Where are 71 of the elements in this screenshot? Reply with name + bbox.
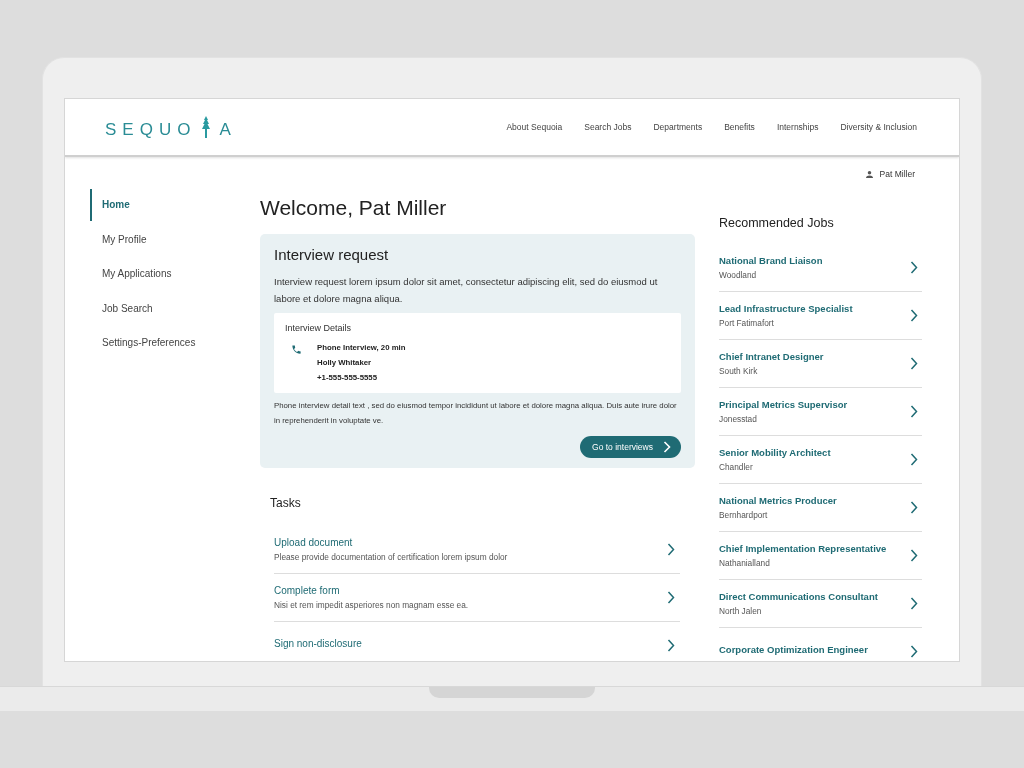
job-item[interactable]: National Metrics Producer Bernhardport <box>719 484 922 532</box>
task-description: Please provide documentation of certification lorem ipsum dolor <box>274 552 508 562</box>
job-title: Chief Intranet Designer <box>719 351 824 362</box>
task-item[interactable]: Complete form Nisi et rem impedit asperiores non magnam esse ea. <box>274 574 680 622</box>
sidebar-item[interactable]: My Applications <box>90 258 260 290</box>
phone-icon <box>291 344 302 355</box>
job-title: Lead Infrastructure Specialist <box>719 303 853 314</box>
card-text: Interview request lorem ipsum dolor sit amet, consectetur adipiscing elit, sed do eiusmod ut labore et dolore magna aliqua. <box>274 275 659 306</box>
chevron-icon <box>667 639 675 652</box>
job-title: Principal Metrics Supervisor <box>719 399 848 410</box>
job-item[interactable]: Senior Mobility Architect Chandler <box>719 436 922 484</box>
job-item[interactable]: Chief Implementation Representative Nathanialland <box>719 532 922 580</box>
task-item[interactable]: Upload document Please provide documentation of certification lorem ipsum dolor <box>274 526 680 574</box>
sidebar-item[interactable]: Job Search <box>90 292 260 325</box>
user-name[interactable]: Pat Miller <box>879 169 915 179</box>
nav-link[interactable]: Benefits <box>724 122 755 132</box>
nav-link[interactable]: About Sequoia <box>506 122 563 132</box>
job-location: Bernhardport <box>719 510 769 520</box>
sidebar-item[interactable]: Home <box>90 189 260 221</box>
job-title: National Metrics Producer <box>719 495 837 506</box>
job-location: South Kirk <box>719 366 759 376</box>
task-item[interactable]: Sign non-disclosure <box>274 622 680 661</box>
job-location: North Jalen <box>719 606 763 616</box>
job-item[interactable]: Direct Communications Consultant North Jalen <box>719 580 922 628</box>
job-location: Woodland <box>719 270 758 280</box>
chevron-icon <box>910 357 918 370</box>
sidebar-item[interactable]: My Profile <box>90 223 260 256</box>
job-item[interactable]: Principal Metrics Supervisor Jonesstad <box>719 388 922 436</box>
card-title: Interview request <box>274 246 390 263</box>
nav-link[interactable]: Search Jobs <box>584 122 632 132</box>
chevron-icon <box>663 441 671 453</box>
job-item[interactable]: Chief Intranet Designer South Kirk <box>719 340 922 388</box>
tasks-heading: Tasks <box>270 496 302 510</box>
job-item[interactable]: Corporate Optimization Engineer <box>719 628 922 661</box>
job-title: Direct Communications Consultant <box>719 591 878 602</box>
nav-link[interactable]: Diversity & Inclusion <box>840 122 917 132</box>
nav-link[interactable]: Internships <box>776 122 819 132</box>
job-item[interactable]: National Brand Liaison Woodland <box>719 244 922 292</box>
welcome-heading: Welcome, Pat Miller <box>260 196 448 220</box>
task-title: Sign non-disclosure <box>274 638 362 649</box>
logo-text: A <box>219 121 237 138</box>
chevron-icon <box>910 309 918 322</box>
go-to-interviews-button[interactable]: Go to interviews <box>580 436 681 458</box>
chevron-icon <box>910 501 918 514</box>
chevron-icon <box>910 453 918 466</box>
job-location: Jonesstad <box>719 414 758 424</box>
job-title: National Brand Liaison <box>719 255 823 266</box>
chevron-icon <box>910 549 918 562</box>
chevron-icon <box>910 597 918 610</box>
logo-text: SEQUO <box>105 121 197 138</box>
job-location: Nathanialland <box>719 558 771 568</box>
chevron-icon <box>910 645 918 658</box>
task-title: Upload document <box>274 537 354 548</box>
sidebar-item[interactable]: Settings-Preferences <box>90 327 260 359</box>
chevron-icon <box>667 543 675 556</box>
job-location: Chandler <box>719 462 754 472</box>
chevron-icon <box>910 405 918 418</box>
job-title: Senior Mobility Architect <box>719 447 831 458</box>
person-icon <box>865 170 873 178</box>
recommended-heading: Recommended Jobs <box>719 216 835 230</box>
tree-icon <box>201 116 212 138</box>
task-title: Complete form <box>274 585 341 596</box>
nav-link[interactable]: Departments <box>653 122 703 132</box>
chevron-icon <box>667 591 675 604</box>
job-title: Chief Implementation Representative <box>719 543 887 554</box>
details-title: Interview Details <box>285 323 353 333</box>
job-title: Corporate Optimization Engineer <box>719 644 868 655</box>
task-description: Nisi et rem impedit asperiores non magnam esse ea. <box>274 600 469 610</box>
chevron-icon <box>910 261 918 274</box>
job-item[interactable]: Lead Infrastructure Specialist Port Fatimafort <box>719 292 922 340</box>
job-location: Port Fatimafort <box>719 318 775 328</box>
